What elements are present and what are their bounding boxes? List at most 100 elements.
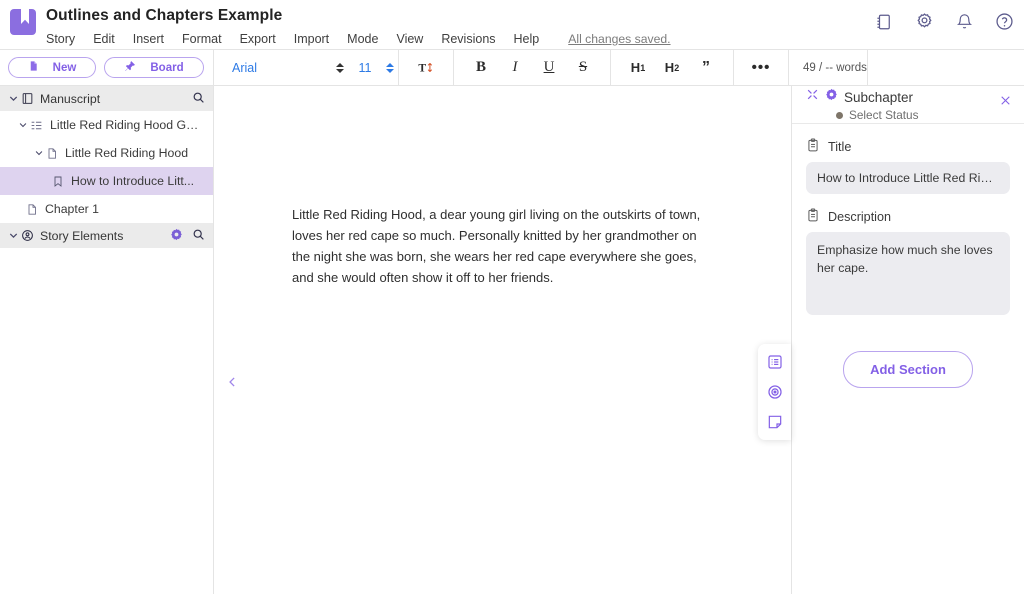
notebook-icon[interactable]: [875, 13, 893, 31]
menu-item-help[interactable]: Help: [505, 29, 549, 49]
chevron-down-icon[interactable]: [6, 93, 20, 104]
outline-list-icon: [30, 119, 43, 132]
menu-item-revisions[interactable]: Revisions: [432, 29, 504, 49]
document-body-text[interactable]: Little Red Riding Hood, a dear young gir…: [292, 204, 712, 288]
status-selector[interactable]: Select Status: [836, 108, 1012, 122]
text-size-icon[interactable]: T: [415, 57, 437, 79]
menu-item-story[interactable]: Story: [46, 29, 84, 49]
more-options-button[interactable]: •••: [750, 57, 772, 79]
menu-item-mode[interactable]: Mode: [338, 29, 387, 49]
target-goal-icon[interactable]: [767, 384, 783, 400]
chevron-down-icon[interactable]: [6, 230, 20, 241]
description-textarea[interactable]: Emphasize how much she loves her cape.: [806, 232, 1010, 315]
sidebar-section-manuscript[interactable]: Manuscript: [0, 86, 213, 111]
heading-1-label: H: [631, 60, 640, 75]
tree-item-chapter-lrrh[interactable]: Little Red Riding Hood: [0, 139, 213, 167]
sidebar-section-manuscript-label: Manuscript: [40, 92, 192, 106]
chevron-down-icon[interactable]: [32, 148, 46, 158]
document-icon: [28, 60, 39, 75]
inspector-title-row: Subchapter: [806, 88, 1012, 106]
menu-item-edit[interactable]: Edit: [84, 29, 124, 49]
editor-pane[interactable]: Little Red Riding Hood, a dear young gir…: [214, 86, 792, 594]
board-button[interactable]: Board: [104, 57, 204, 78]
tree-item-label: Little Red Riding Hood: [65, 146, 188, 160]
tree-item-label: Chapter 1: [45, 202, 99, 216]
add-section-wrap: Add Section: [792, 351, 1024, 388]
gear-icon[interactable]: [825, 88, 838, 106]
manuscript-actions: [192, 91, 205, 107]
menu-item-export[interactable]: Export: [231, 29, 285, 49]
gear-icon[interactable]: [915, 12, 934, 31]
italic-button[interactable]: I: [504, 57, 526, 79]
tree-item-chapter-1[interactable]: Chapter 1: [0, 195, 213, 223]
font-family-select[interactable]: Arial: [214, 61, 332, 75]
close-icon[interactable]: [999, 94, 1012, 110]
word-count-label: 49 / -- words: [789, 62, 867, 74]
font-size-stepper[interactable]: [382, 63, 398, 73]
page-title: Outlines and Chapters Example: [46, 6, 671, 26]
inspector-panel: Subchapter Select Status: [792, 86, 1024, 594]
inspector-header: Subchapter Select Status: [792, 86, 1024, 124]
toolbar: New Board Arial 11: [0, 50, 1024, 86]
strikethrough-button[interactable]: S: [572, 57, 594, 79]
tree-item-label: How to Introduce Litt...: [71, 174, 194, 188]
new-button-label: New: [53, 62, 77, 74]
heading-1-button[interactable]: H1: [627, 57, 649, 79]
menu-item-format[interactable]: Format: [173, 29, 231, 49]
save-status-link[interactable]: All changes saved.: [568, 32, 670, 46]
help-circle-icon[interactable]: [995, 12, 1014, 31]
svg-text:T: T: [418, 62, 426, 75]
toolbar-format-controls: Arial 11 T B I U S: [214, 50, 867, 85]
tree-item-label: Little Red Riding Hood Goi...: [50, 118, 205, 132]
bookmark-logo-icon: [10, 9, 36, 35]
title-input[interactable]: How to Introduce Little Red Ridin...: [806, 162, 1010, 194]
new-button[interactable]: New: [8, 57, 96, 78]
book-icon: [21, 92, 34, 105]
board-button-label: Board: [150, 62, 183, 74]
title-field-label: Title: [828, 140, 851, 154]
bookmark-icon: [52, 175, 64, 188]
bold-button[interactable]: B: [470, 57, 492, 79]
heading-1-sub: 1: [640, 63, 645, 73]
outline-panel-icon[interactable]: [767, 354, 783, 370]
clipboard-icon: [806, 208, 820, 225]
menu-item-view[interactable]: View: [387, 29, 432, 49]
story-elements-actions: [170, 228, 205, 244]
heading-2-sub: 2: [674, 63, 679, 73]
pin-icon: [124, 60, 136, 75]
search-icon[interactable]: [192, 228, 205, 244]
chevron-left-icon: [226, 374, 239, 390]
main-body: Manuscript: [0, 86, 1024, 594]
font-family-stepper[interactable]: [332, 63, 348, 73]
tree-item-outline[interactable]: Little Red Riding Hood Goi...: [0, 111, 213, 139]
menu-item-insert[interactable]: Insert: [124, 29, 173, 49]
search-icon[interactable]: [192, 91, 205, 107]
menu-item-import[interactable]: Import: [285, 29, 338, 49]
title-field-label-row: Title: [792, 124, 1024, 162]
status-dot-icon: [836, 112, 843, 119]
sticky-note-icon[interactable]: [767, 414, 783, 430]
bell-icon[interactable]: [956, 12, 973, 31]
editor-side-toolbar: [758, 344, 791, 440]
font-size-select[interactable]: 11: [348, 61, 382, 75]
sidebar-section-story-elements[interactable]: Story Elements: [0, 223, 213, 248]
gear-icon[interactable]: [170, 228, 183, 244]
heading-2-label: H: [665, 60, 674, 75]
title-block: Outlines and Chapters Example Story Edit…: [46, 6, 671, 49]
add-section-button[interactable]: Add Section: [843, 351, 973, 388]
target-user-icon: [21, 229, 34, 242]
sidebar-collapse-handle[interactable]: [222, 369, 242, 395]
top-bar: Outlines and Chapters Example Story Edit…: [0, 0, 1024, 50]
clipboard-icon: [806, 138, 820, 155]
expand-arrows-icon[interactable]: [806, 88, 819, 106]
tree-item-subchapter-intro[interactable]: How to Introduce Litt...: [0, 167, 213, 195]
toolbar-right-spacer: [867, 50, 1024, 85]
heading-2-button[interactable]: H2: [661, 57, 683, 79]
document-icon: [46, 147, 58, 160]
blockquote-button[interactable]: ”: [695, 57, 717, 79]
description-field-label-row: Description: [792, 194, 1024, 232]
chevron-down-icon[interactable]: [16, 120, 30, 130]
description-field-label: Description: [828, 210, 891, 224]
underline-button[interactable]: U: [538, 57, 560, 79]
status-label: Select Status: [849, 108, 919, 122]
